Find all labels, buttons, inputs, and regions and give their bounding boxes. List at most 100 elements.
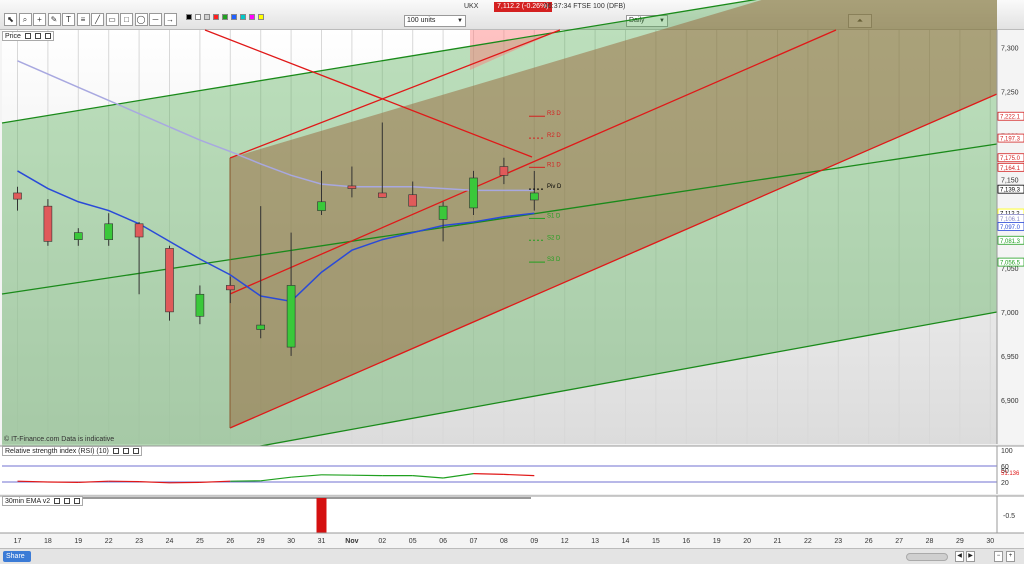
- disclaimer: © IT-Finance.com Data is indicative: [4, 436, 115, 443]
- candle-body: [438, 205, 448, 220]
- scroll-left-icon[interactable]: ◀: [955, 551, 964, 562]
- settings-icon[interactable]: [54, 498, 61, 504]
- price-panel-label: Price: [5, 33, 21, 40]
- candle-body: [286, 285, 296, 348]
- price-marker-label: 7,097.0: [1000, 225, 1021, 231]
- ema-panel-label: 30min EMA v2: [5, 498, 51, 505]
- candle-body: [377, 192, 387, 198]
- x-tick-label: 14: [622, 538, 630, 545]
- x-tick-label: 15: [652, 538, 660, 545]
- x-tick-label: 16: [682, 538, 690, 545]
- x-tick-label: 09: [530, 538, 538, 545]
- settings-icon[interactable]: [24, 33, 31, 39]
- pivot-label: R1 D: [547, 162, 561, 168]
- x-tick-label: 07: [470, 538, 478, 545]
- candle-body: [347, 185, 357, 189]
- price-tick-label: 6,950: [1001, 354, 1019, 361]
- close-icon[interactable]: [74, 498, 80, 504]
- price-marker-label: 7,175.0: [1000, 156, 1021, 162]
- rsi-panel-background: [0, 446, 1024, 494]
- x-tick-label: 18: [44, 538, 52, 545]
- price-tick-label: 7,150: [1001, 178, 1019, 185]
- candle-body: [529, 192, 539, 201]
- candle-body: [165, 248, 174, 313]
- candle-body: [43, 205, 53, 242]
- zoom-out-icon[interactable]: −: [994, 551, 1003, 562]
- candle-body: [408, 194, 418, 207]
- ema-bar: [316, 498, 327, 533]
- price-marker-label: 7,106.1: [1000, 217, 1021, 223]
- price-panel-title: Price: [2, 31, 54, 41]
- zoom-in-icon[interactable]: +: [1006, 551, 1015, 562]
- x-tick-label: 26: [865, 538, 873, 545]
- x-tick-label: 17: [14, 538, 22, 545]
- rsi-tick-label: 100: [1001, 448, 1013, 455]
- x-tick-label: 12: [561, 538, 569, 545]
- candle-body: [195, 293, 205, 317]
- maximize-icon[interactable]: [34, 33, 41, 39]
- close-icon[interactable]: [44, 33, 51, 39]
- x-tick-label: 24: [166, 538, 174, 545]
- rsi-line-segment: [17, 480, 48, 483]
- x-tick-label: 19: [74, 538, 82, 545]
- candle-body: [134, 223, 144, 238]
- price-marker-label: 7,222.1: [1000, 115, 1021, 121]
- candle-body: [104, 223, 113, 240]
- candle-body: [499, 166, 509, 176]
- x-tick-label: 30: [287, 538, 295, 545]
- rsi-current-label: 51.136: [1001, 471, 1020, 477]
- settings-icon[interactable]: [112, 448, 119, 454]
- price-tick-label: 7,050: [1001, 266, 1019, 273]
- rsi-panel-label: Relative strength index (RSI) (10): [5, 448, 109, 455]
- maximize-icon[interactable]: [64, 498, 71, 504]
- rsi-panel-title: Relative strength index (RSI) (10): [2, 446, 142, 456]
- price-tick-label: 6,900: [1001, 398, 1019, 405]
- close-icon[interactable]: [132, 448, 139, 454]
- candle-body: [317, 201, 326, 211]
- price-tick-label: 7,300: [1001, 46, 1019, 53]
- x-tick-label: 19: [713, 538, 721, 545]
- x-tick-label: 08: [500, 538, 508, 545]
- footer: Share ◀ ▶ − +: [0, 548, 1024, 564]
- price-tick-label: 7,250: [1001, 90, 1019, 97]
- pivot-label: R3 D: [547, 111, 561, 117]
- price-marker-label: 7,197.3: [1000, 137, 1021, 143]
- scrollbar-thumb[interactable]: [906, 553, 948, 561]
- x-tick-label: 21: [774, 538, 782, 545]
- candle-body: [256, 324, 266, 330]
- x-tick-label: 20: [743, 538, 751, 545]
- price-marker-label: 7,056.5: [1000, 261, 1021, 267]
- pivot-label: S2 D: [547, 235, 561, 241]
- rsi-tick-label: 20: [1001, 480, 1009, 487]
- x-tick-label: 22: [105, 538, 113, 545]
- rsi-line-segment: [473, 473, 504, 475]
- pivot-label: S1 D: [547, 213, 561, 219]
- maximize-icon[interactable]: [122, 448, 129, 454]
- scroll-right-icon[interactable]: ▶: [966, 551, 975, 562]
- ema-panel-title: 30min EMA v2: [2, 496, 83, 506]
- pivot-label: Piv D: [547, 184, 562, 190]
- candle-body: [469, 177, 478, 209]
- chart-area[interactable]: R3 D R2 D R1 D Piv D S1 D S2 D S3 D 7,300 7,250 7…: [0, 0, 1024, 548]
- x-tick-label: Nov: [345, 538, 358, 545]
- x-tick-label: 25: [196, 538, 204, 545]
- pivot-label: S3 D: [547, 257, 561, 263]
- candle-body: [13, 192, 22, 200]
- price-marker-label: 7,164.1: [1000, 166, 1021, 172]
- price-marker-label: 7,081.3: [1000, 239, 1021, 245]
- candle-body: [74, 232, 83, 240]
- pivot-label: R2 D: [547, 133, 561, 139]
- x-tick-label: 28: [926, 538, 934, 545]
- x-tick-label: 23: [135, 538, 143, 545]
- ema-panel-background: [0, 496, 1024, 533]
- x-tick-label: 30: [986, 538, 994, 545]
- x-tick-label: 13: [591, 538, 599, 545]
- price-tick-label: 7,000: [1001, 310, 1019, 317]
- price-marker-label: 7,139.3: [1000, 188, 1021, 194]
- x-tick-label: 29: [257, 538, 265, 545]
- x-tick-label: 31: [318, 538, 326, 545]
- share-button[interactable]: Share: [3, 551, 31, 562]
- x-tick-label: 26: [226, 538, 234, 545]
- ema-tick-label: -0.5: [1003, 513, 1015, 520]
- x-tick-label: 22: [804, 538, 812, 545]
